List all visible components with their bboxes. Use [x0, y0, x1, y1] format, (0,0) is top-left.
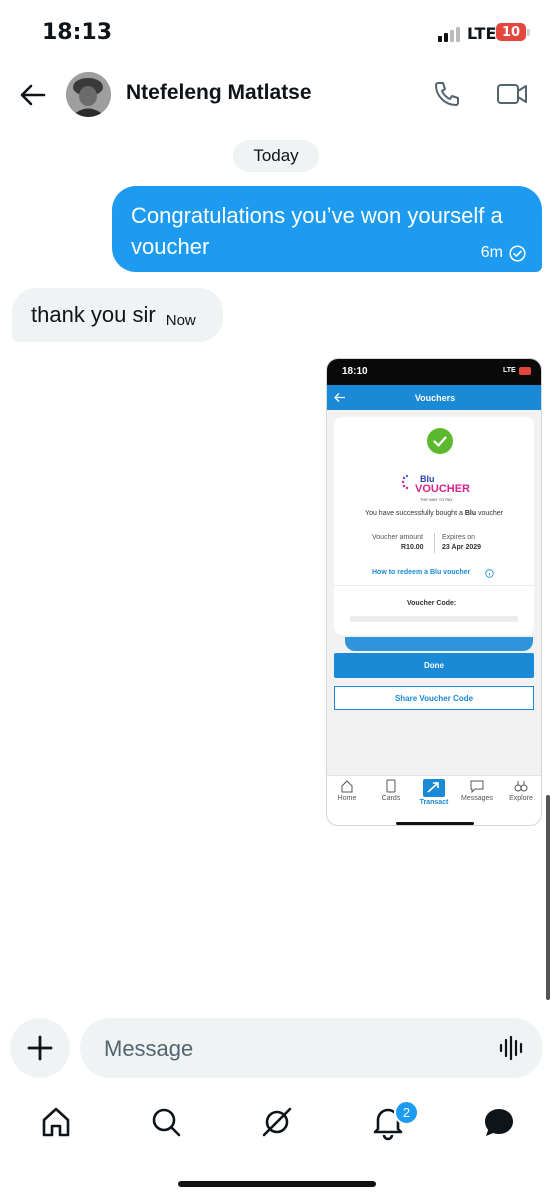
- share-voucher-button: Share Voucher Code: [334, 686, 534, 710]
- scrollbar[interactable]: [546, 795, 550, 1000]
- message-composer[interactable]: [80, 1018, 543, 1080]
- attachment-nav-explore: Explore: [501, 779, 541, 802]
- redaction-patch: [344, 623, 532, 635]
- message-text: Congratulations you’ve won yourself a vo…: [131, 203, 503, 259]
- contact-name[interactable]: Ntefeleng Matlatse: [126, 81, 312, 105]
- attachment-nav-cards: Cards: [371, 779, 411, 802]
- message-text: thank you sir: [31, 302, 156, 327]
- success-prefix: You have successfully bought a: [365, 510, 465, 517]
- success-text: You have successfully bought a Blu vouch…: [334, 510, 534, 517]
- cards-icon: [386, 779, 396, 793]
- redeem-link: How to redeem a Blu voucher: [372, 569, 471, 576]
- brand-line-2: VOUCHER: [415, 483, 471, 495]
- messages-icon[interactable]: [479, 1102, 519, 1142]
- home-icon[interactable]: [36, 1102, 76, 1142]
- plus-icon: [27, 1035, 53, 1061]
- attachment-home-indicator: [396, 822, 474, 825]
- image-attachment[interactable]: 18:10 LTE Vouchers Blu VOUCHER THE WAY T…: [326, 358, 542, 826]
- attachment-nav-home: Home: [327, 779, 367, 802]
- nav-label: Cards: [381, 795, 401, 802]
- partial-button-edge: [345, 637, 533, 651]
- voice-waveform-icon[interactable]: [498, 1034, 526, 1062]
- nav-label: Explore: [509, 795, 533, 802]
- blu-logo-dots: [401, 474, 409, 490]
- expires-label: Expires on: [442, 534, 476, 541]
- battery-tip: [527, 29, 530, 36]
- battery-icon: 10: [496, 23, 526, 41]
- transact-icon: [423, 779, 445, 797]
- battery-level: 10: [501, 24, 521, 40]
- nav-label: Messages: [461, 795, 493, 802]
- phone-icon[interactable]: [432, 79, 462, 109]
- read-check-icon: [509, 244, 526, 262]
- brand-tagline: THE WAY TO PAY: [420, 497, 453, 502]
- sent-message-bubble[interactable]: Congratulations you’ve won yourself a vo…: [112, 186, 542, 272]
- attachment-app-bar: Vouchers: [327, 385, 541, 410]
- divider: [434, 533, 435, 553]
- avatar[interactable]: [66, 72, 111, 117]
- search-icon[interactable]: [146, 1102, 186, 1142]
- message-input[interactable]: [102, 1018, 486, 1080]
- attachment-network: LTE: [503, 367, 516, 374]
- video-camera-icon[interactable]: [495, 79, 529, 109]
- message-time: Now: [165, 311, 196, 329]
- network-type: LTE: [467, 24, 497, 43]
- expires-value: 23 Apr 2029: [442, 544, 482, 551]
- messages-icon: [470, 780, 484, 793]
- home-icon: [341, 780, 353, 793]
- nav-label: Home: [337, 795, 357, 802]
- divider: [334, 585, 534, 586]
- done-button: Done: [334, 653, 534, 678]
- add-attachment-button[interactable]: [10, 1018, 70, 1078]
- info-icon: [485, 569, 494, 578]
- attachment-title: Vouchers: [414, 393, 456, 403]
- attachment-nav-messages: Messages: [457, 779, 497, 802]
- redacted-code: [350, 616, 518, 622]
- grok-icon[interactable]: [257, 1102, 297, 1142]
- arrow-left-icon[interactable]: [18, 80, 48, 110]
- received-message-bubble[interactable]: thank you sir Now: [12, 288, 223, 342]
- success-suffix: voucher: [476, 510, 503, 517]
- voucher-card: Blu VOUCHER THE WAY TO PAY You have succ…: [334, 417, 534, 635]
- nav-label: Transact: [419, 799, 449, 806]
- attachment-time: 18:10: [342, 366, 368, 377]
- voucher-code-label: Voucher Code:: [407, 600, 457, 607]
- attachment-nav-transact: Transact: [414, 779, 454, 806]
- message-meta: 6m: [481, 244, 526, 262]
- cellular-signal-icon: [438, 26, 462, 42]
- notification-badge: 2: [394, 1100, 419, 1125]
- success-brand: Blu: [464, 510, 477, 517]
- attachment-bottom-nav: Home Cards Transact Messages Explore: [327, 775, 541, 825]
- amount-value: R10.00: [401, 544, 424, 551]
- amount-label: Voucher amount: [372, 534, 423, 541]
- attachment-battery-icon: [519, 367, 531, 375]
- binoculars-icon: [514, 781, 528, 792]
- attachment-status-bar: 18:10 LTE: [327, 359, 541, 385]
- success-check-icon: [427, 428, 453, 454]
- message-time: 6m: [480, 244, 503, 261]
- date-divider: Today: [233, 140, 319, 172]
- home-indicator[interactable]: [178, 1181, 376, 1187]
- status-time: 18:13: [42, 20, 113, 45]
